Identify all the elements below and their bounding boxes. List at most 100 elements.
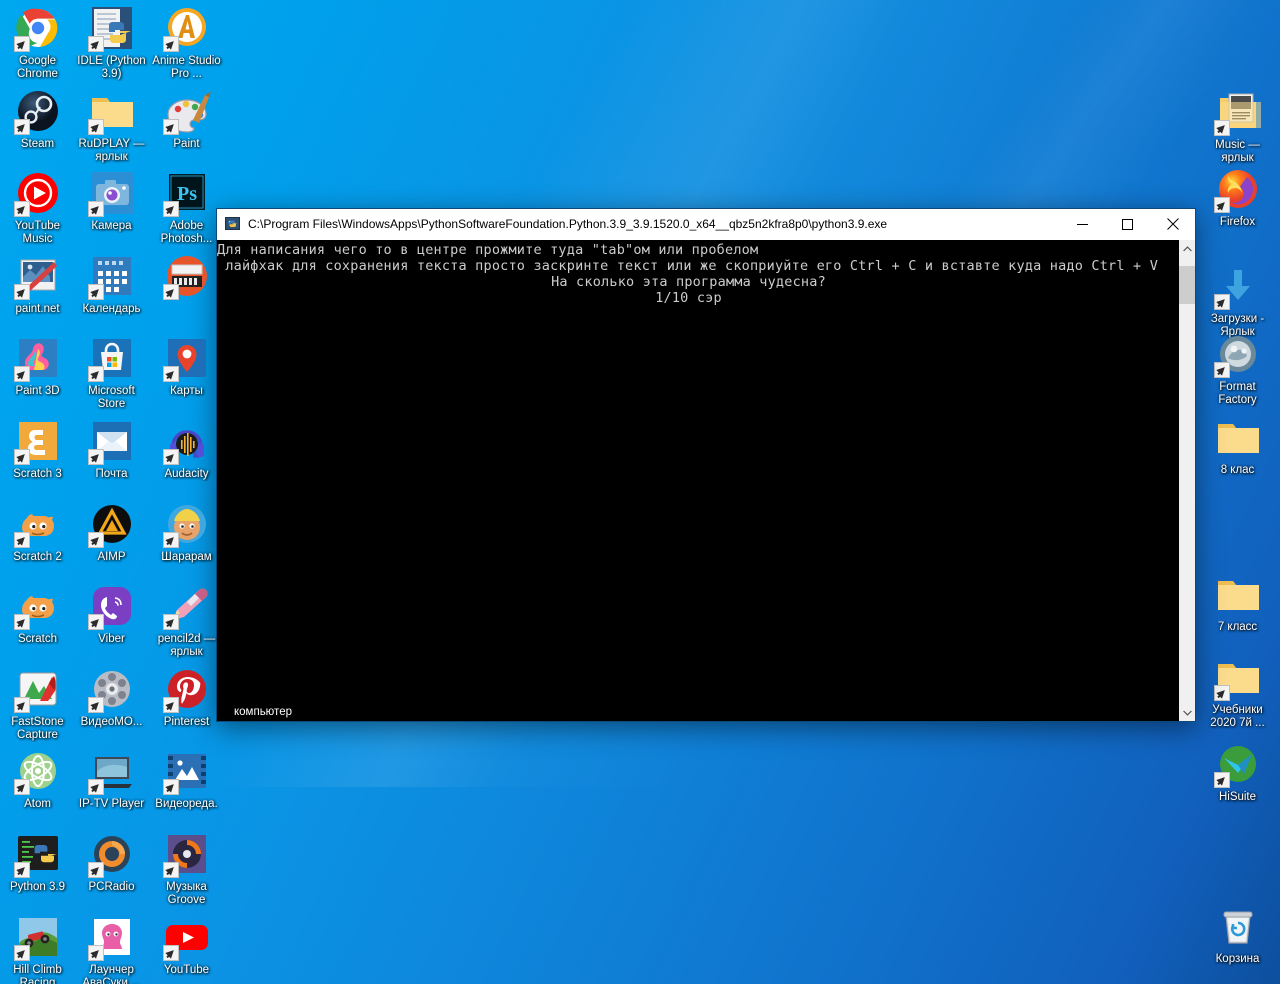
desktop-icon[interactable]: IP-TV Player [74, 747, 149, 811]
desktop-icon[interactable]: Format Factory [1200, 330, 1275, 407]
console-output[interactable]: Для написания чего то в центре прожмите … [217, 240, 1178, 721]
shortcut-arrow-icon [1213, 362, 1230, 378]
desktop-icon[interactable]: Google Chrome [0, 4, 75, 81]
desktop-icon[interactable]: Microsoft Store [74, 334, 149, 411]
chevron-up-icon[interactable] [1179, 240, 1195, 257]
desktop-icon[interactable]: Камера [74, 169, 149, 233]
desktop-icon[interactable]: 8 клас [1200, 413, 1275, 477]
desktop-icon[interactable]: Ps Adobe Photosh... [149, 169, 224, 246]
desktop-icon[interactable]: Лаунчер АваСуки ... [74, 913, 149, 984]
desktop-icon[interactable]: Музыка Groove [149, 830, 224, 907]
close-button[interactable] [1150, 209, 1195, 239]
desktop-icon[interactable]: Scratch 3 [0, 417, 75, 481]
shortcut-arrow-icon [162, 36, 179, 52]
shortcut-arrow-icon [162, 201, 179, 218]
desktop-icon-label: Music — ярлык [1215, 139, 1260, 164]
desktop-icon[interactable]: Steam [0, 87, 75, 151]
chevron-down-icon[interactable] [1179, 704, 1195, 721]
paint-icon [162, 87, 211, 135]
desktop-icon-label: компьютер [234, 706, 292, 718]
desktop-icon[interactable]: Hill Climb Racing [0, 913, 75, 984]
format-factory-icon [1213, 330, 1262, 378]
desktop-icon-label: Atom [24, 798, 51, 811]
desktop-icon[interactable]: AIMP [74, 500, 149, 564]
desktop-icon[interactable]: Корзина [1200, 902, 1275, 966]
shortcut-arrow-icon [1213, 772, 1230, 788]
desktop-icon[interactable]: Pinterest [149, 665, 224, 729]
desktop-icon[interactable]: Учебники 2020 7й ... [1200, 653, 1275, 730]
python-idle-icon [87, 4, 136, 52]
console-scrollbar[interactable] [1178, 240, 1195, 721]
anime-studio-pro-icon [162, 4, 211, 52]
desktop-icon[interactable]: Python 3.9 [0, 830, 75, 894]
desktop-icon[interactable]: Карты [149, 334, 224, 398]
desktop[interactable]: компьютер Google Chrome IDLE (Python 3.9)… [0, 0, 1280, 984]
desktop-icon[interactable]: Anime Studio Pro ... [149, 4, 224, 81]
desktop-icon-label: 8 клас [1220, 464, 1255, 476]
shortcut-arrow-icon [87, 862, 104, 878]
desktop-icon-label: Format Factory [1218, 381, 1257, 406]
desktop-icon[interactable]: PCRadio [74, 830, 149, 894]
aimp-icon [87, 500, 136, 548]
desktop-icon[interactable]: Видеореда. [149, 747, 224, 811]
desktop-icon[interactable]: Paint [149, 87, 224, 151]
desktop-icon[interactable]: paint.net [0, 252, 75, 316]
shortcut-arrow-icon [13, 779, 30, 796]
desktop-icon-label: Музыка Groove [166, 881, 207, 906]
desktop-icon[interactable]: Календарь [74, 252, 149, 316]
shortcut-arrow-icon [13, 531, 30, 548]
recycle-bin-icon [1214, 902, 1262, 950]
video-editor-icon [162, 747, 211, 796]
pencil2d-icon [162, 582, 211, 631]
desktop-icon-label: Paint [173, 137, 200, 150]
desktop-icon[interactable]: Audacity [149, 417, 224, 481]
desktop-icon[interactable]: Music — ярлык [1200, 88, 1275, 165]
desktop-icon[interactable]: Viber [74, 582, 149, 646]
camera-icon [87, 169, 136, 218]
shortcut-arrow-icon [162, 779, 179, 796]
desktop-icon-label: Scratch 2 [13, 550, 62, 563]
desktop-icon[interactable]: Загрузки - Ярлык [1200, 262, 1275, 339]
shararam-icon [162, 500, 211, 548]
video-montage-icon [87, 665, 136, 713]
mail-icon [87, 417, 136, 465]
desktop-icon[interactable]: FastStone Capture [0, 665, 75, 742]
python-console-window[interactable]: C:\Program Files\WindowsApps\PythonSoftw… [216, 208, 1196, 722]
music-folder-icon [1213, 88, 1262, 136]
desktop-icon[interactable]: Scratch [0, 582, 75, 646]
desktop-icon[interactable]: RuDPLAY — ярлык [74, 87, 149, 164]
maximize-button[interactable] [1105, 209, 1150, 239]
shortcut-arrow-icon [13, 944, 30, 961]
scrollbar-track[interactable] [1179, 257, 1195, 704]
desktop-icon[interactable]: 7 класс [1200, 570, 1275, 634]
shortcut-arrow-icon [13, 201, 30, 218]
desktop-icon-label: Anime Studio Pro ... [152, 55, 221, 80]
desktop-icon[interactable]: Firefox [1200, 165, 1275, 229]
desktop-icon[interactable]: YouTube Music [0, 169, 75, 246]
desktop-icon[interactable]: YouTube [149, 913, 224, 977]
desktop-icon-label: Hill Climb Racing [13, 963, 62, 984]
desktop-icon[interactable]: Atom [0, 747, 75, 811]
desktop-icon-occluded[interactable]: компьютер [223, 706, 303, 719]
desktop-icon-label: Pinterest [163, 715, 210, 728]
shortcut-arrow-icon [162, 614, 179, 631]
desktop-icon[interactable]: IDLE (Python 3.9) [74, 4, 149, 81]
viber-icon [87, 582, 136, 631]
desktop-icon[interactable]: Scratch 2 [0, 500, 75, 564]
desktop-icon[interactable]: Шарарам [149, 500, 224, 564]
desktop-icon[interactable]: Paint 3D [0, 334, 75, 398]
desktop-icon-label: RuDPLAY — ярлык [78, 137, 145, 163]
desktop-icon[interactable]: pencil2d — ярлык [149, 582, 224, 659]
shortcut-arrow-icon [1213, 294, 1230, 310]
desktop-icon[interactable]: HiSuite [1200, 740, 1275, 804]
window-titlebar[interactable]: C:\Program Files\WindowsApps\PythonSoftw… [217, 209, 1195, 240]
desktop-icon[interactable] [149, 252, 224, 303]
desktop-icon[interactable]: Почта [74, 417, 149, 481]
shortcut-arrow-icon [162, 944, 179, 961]
desktop-icon[interactable]: ВидеоМО... [74, 665, 149, 729]
scrollbar-thumb[interactable] [1179, 265, 1195, 304]
svg-text:Ps: Ps [177, 183, 197, 205]
python-icon [13, 830, 62, 878]
console-body[interactable]: Для написания чего то в центре прожмите … [217, 240, 1195, 721]
minimize-button[interactable] [1060, 209, 1105, 239]
